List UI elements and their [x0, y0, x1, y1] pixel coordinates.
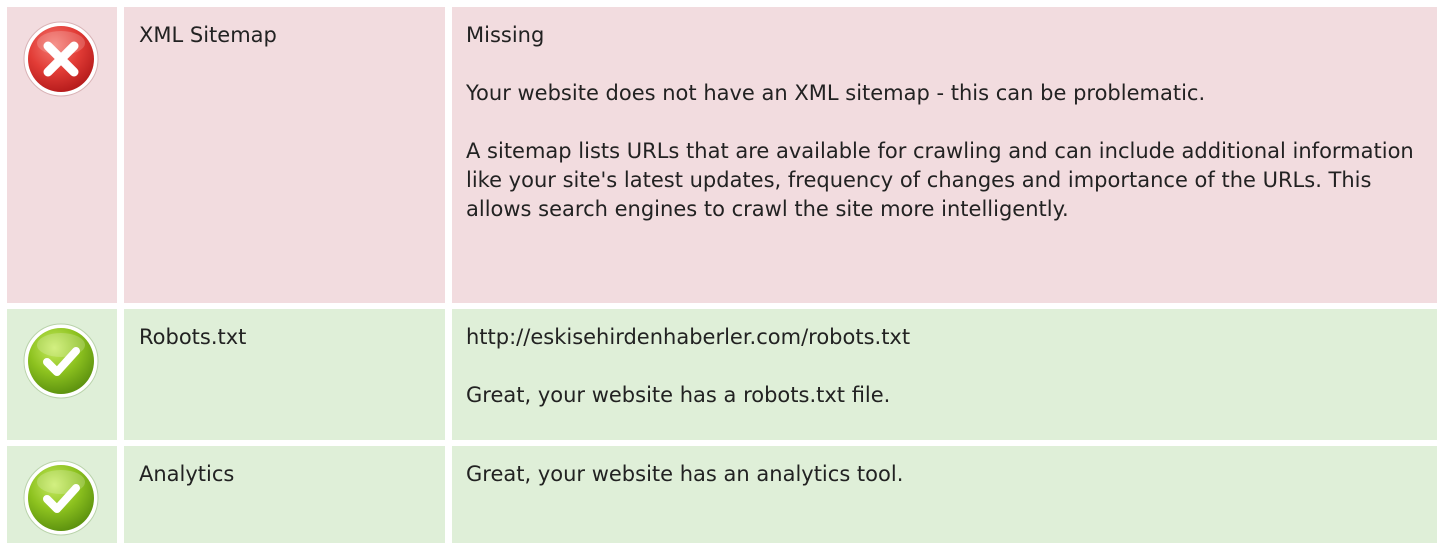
- success-check-icon: [23, 460, 99, 536]
- sitemap-explanation-text: A sitemap lists URLs that are available …: [466, 139, 1414, 221]
- success-check-icon: [23, 323, 99, 399]
- report-row-analytics: Analytics Great, your website has an ana…: [7, 446, 1437, 543]
- robots-url-text: http://eskisehirdenhaberler.com/robots.t…: [466, 325, 911, 349]
- check-detail: Missing Your website does not have an XM…: [452, 7, 1437, 303]
- status-cell: [7, 309, 117, 440]
- check-detail: http://eskisehirdenhaberler.com/robots.t…: [452, 309, 1437, 440]
- sitemap-status-text: Missing: [466, 23, 545, 47]
- seo-report-table: XML Sitemap Missing Your website does no…: [7, 7, 1437, 549]
- report-row-xml-sitemap: XML Sitemap Missing Your website does no…: [7, 7, 1437, 303]
- status-cell: [7, 7, 117, 303]
- robots-result-text: Great, your website has a robots.txt fil…: [466, 383, 891, 407]
- check-label: Analytics: [124, 446, 445, 543]
- error-x-icon: [23, 21, 99, 97]
- analytics-result-text: Great, your website has an analytics too…: [466, 462, 904, 486]
- sitemap-warning-text: Your website does not have an XML sitema…: [466, 81, 1206, 105]
- check-label: Robots.txt: [124, 309, 445, 440]
- report-row-robots-txt: Robots.txt http://eskisehirdenhaberler.c…: [7, 309, 1437, 440]
- status-cell: [7, 446, 117, 543]
- check-label: XML Sitemap: [124, 7, 445, 303]
- check-detail: Great, your website has an analytics too…: [452, 446, 1437, 543]
